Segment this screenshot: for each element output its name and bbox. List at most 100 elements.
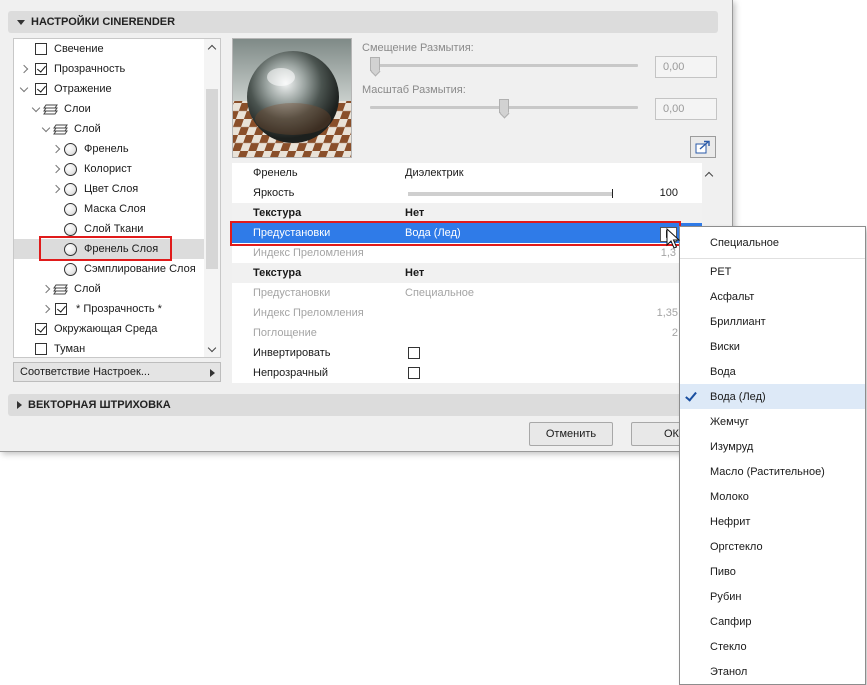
menu-item-beer[interactable]: Пиво <box>680 559 865 584</box>
menu-item-plexiglass[interactable]: Оргстекло <box>680 534 865 559</box>
tree-item-label: Френель <box>84 143 129 155</box>
invert-checkbox[interactable] <box>408 347 420 359</box>
fog-checkbox[interactable] <box>35 343 47 355</box>
menu-item-pearl[interactable]: Жемчуг <box>680 409 865 434</box>
tree-item-layers[interactable]: Слои <box>14 99 204 119</box>
prop-row-texture-2[interactable]: Текстура Нет <box>232 263 702 283</box>
tree-item-reflection[interactable]: Отражение <box>14 79 204 99</box>
layer-transparency-checkbox[interactable] <box>55 303 67 315</box>
prop-key: Текстура <box>253 207 302 219</box>
menu-item-pet[interactable]: PET <box>680 259 865 284</box>
prop-row-presets-2[interactable]: Предустановки Специальное <box>232 283 702 303</box>
blur-offset-field[interactable]: 0,00 <box>655 56 717 78</box>
cancel-button[interactable]: Отменить <box>529 422 613 446</box>
tree-item-environment[interactable]: Окружающая Среда <box>14 319 204 339</box>
tree-item-label: Слой Ткани <box>84 223 144 235</box>
tree-scrollbar[interactable] <box>204 39 220 357</box>
match-settings-dropdown[interactable]: Соответствие Настроек... <box>13 362 221 382</box>
tree-item-label: Окружающая Среда <box>54 323 158 335</box>
environment-checkbox[interactable] <box>35 323 47 335</box>
tree-item-layer-mask[interactable]: Маска Слоя <box>14 199 204 219</box>
menu-item-water-ice[interactable]: Вода (Лед) <box>680 384 865 409</box>
tree-item-layer-transparency[interactable]: * Прозрачность * <box>14 299 204 319</box>
prop-row-opaque[interactable]: Непрозрачный <box>232 363 702 383</box>
menu-item-ethanol[interactable]: Этанол <box>680 659 865 684</box>
prop-value[interactable]: Специальное <box>405 287 474 299</box>
tree-item-colorist[interactable]: Колорист <box>14 159 204 179</box>
prop-number[interactable]: 100 <box>660 187 678 199</box>
prop-row-ior[interactable]: Индекс Преломления 1,3 <box>232 243 702 263</box>
menu-item-whisky[interactable]: Виски <box>680 334 865 359</box>
prop-row-texture[interactable]: Текстура Нет <box>232 203 702 223</box>
tree-item-label: Цвет Слоя <box>84 183 139 195</box>
blur-offset-slider[interactable] <box>370 64 638 67</box>
layers-icon <box>43 103 59 115</box>
prop-key: Френель <box>253 167 298 179</box>
scroll-up-icon[interactable] <box>705 170 713 178</box>
prop-row-brightness[interactable]: Яркость 100 <box>232 183 702 203</box>
opaque-checkbox[interactable] <box>408 367 420 379</box>
chevron-down-icon[interactable] <box>19 79 29 99</box>
glow-checkbox[interactable] <box>35 43 47 55</box>
highlight-frame <box>230 221 681 246</box>
prop-value[interactable]: Нет <box>405 207 424 219</box>
brightness-slider[interactable] <box>408 189 613 198</box>
prop-row-absorption[interactable]: Поглощение 2 <box>232 323 702 343</box>
layers-icon <box>53 123 69 135</box>
chevron-down-icon[interactable] <box>41 119 51 139</box>
tree-item-layer[interactable]: Слой <box>14 119 204 139</box>
cinerender-section-header[interactable]: НАСТРОЙКИ CINERENDER <box>8 11 718 33</box>
menu-item-emerald[interactable]: Изумруд <box>680 434 865 459</box>
menu-item-sapphire[interactable]: Сапфир <box>680 609 865 634</box>
prop-number[interactable]: 1,35 <box>657 307 678 319</box>
chevron-right-icon[interactable] <box>51 159 61 179</box>
material-sphere-icon <box>233 39 351 157</box>
tree-item-label: Маска Слоя <box>84 203 146 215</box>
chevron-right-icon[interactable] <box>41 299 51 319</box>
blur-scale-field[interactable]: 0,00 <box>655 98 717 120</box>
transparency-checkbox[interactable] <box>35 63 47 75</box>
prop-row-ior-2[interactable]: Индекс Преломления 1,35 <box>232 303 702 323</box>
tree-item-glow[interactable]: Свечение <box>14 39 204 59</box>
blur-offset-slider-thumb[interactable] <box>370 57 380 71</box>
scroll-up-icon[interactable] <box>208 43 216 51</box>
prop-value[interactable]: Диэлектрик <box>405 167 464 179</box>
tree-item-fresnel[interactable]: Френель <box>14 139 204 159</box>
property-grid: Френель Диэлектрик Яркость 100 Текстура … <box>232 163 702 383</box>
prop-number[interactable]: 2 <box>672 327 678 339</box>
chevron-right-icon[interactable] <box>51 139 61 159</box>
tree-item-label: Свечение <box>54 43 104 55</box>
menu-item-glass[interactable]: Стекло <box>680 634 865 659</box>
collapse-triangle-icon <box>17 19 25 25</box>
menu-item-asphalt[interactable]: Асфальт <box>680 284 865 309</box>
checkmark-icon <box>685 389 697 402</box>
tree-item-transparency[interactable]: Прозрачность <box>14 59 204 79</box>
menu-item-water[interactable]: Вода <box>680 359 865 384</box>
reflection-checkbox[interactable] <box>35 83 47 95</box>
prop-key: Поглощение <box>253 327 317 339</box>
chevron-right-icon[interactable] <box>41 279 51 299</box>
tree-item-layer-2[interactable]: Слой <box>14 279 204 299</box>
prop-key: Непрозрачный <box>253 367 329 379</box>
menu-item-jade[interactable]: Нефрит <box>680 509 865 534</box>
chevron-right-icon[interactable] <box>51 179 61 199</box>
vector-hatching-section-header[interactable]: ВЕКТОРНАЯ ШТРИХОВКА <box>8 394 718 416</box>
tree-item-fog[interactable]: Туман <box>14 339 204 357</box>
menu-item-diamond[interactable]: Бриллиант <box>680 309 865 334</box>
tree-item-layer-sampling[interactable]: Сэмплирование Слоя <box>14 259 204 279</box>
prop-value[interactable]: Нет <box>405 267 424 279</box>
menu-item-vegetable-oil[interactable]: Масло (Растительное) <box>680 459 865 484</box>
menu-item-milk[interactable]: Молоко <box>680 484 865 509</box>
menu-item-special[interactable]: Специальное <box>680 230 865 255</box>
chevron-right-icon[interactable] <box>19 59 29 79</box>
tree-item-layer-color[interactable]: Цвет Слоя <box>14 179 204 199</box>
chevron-down-icon[interactable] <box>31 99 41 119</box>
scroll-down-icon[interactable] <box>208 345 216 353</box>
prop-row-invert[interactable]: Инвертировать <box>232 343 702 363</box>
material-sphere-icon <box>64 203 77 216</box>
export-button[interactable] <box>690 136 716 158</box>
tree-scrollbar-thumb[interactable] <box>206 89 218 269</box>
blur-scale-slider-thumb[interactable] <box>499 99 509 113</box>
menu-item-ruby[interactable]: Рубин <box>680 584 865 609</box>
prop-row-fresnel[interactable]: Френель Диэлектрик <box>232 163 702 183</box>
